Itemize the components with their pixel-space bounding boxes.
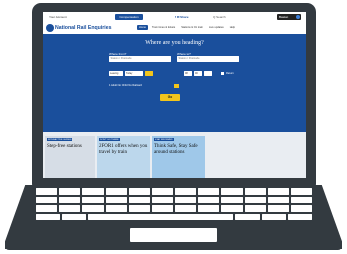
promo-cards: INTERACTIVE GUIDES Step-free stations DO… xyxy=(43,132,306,178)
go-button[interactable]: Go xyxy=(160,94,180,101)
laptop-screen: Your Account Compensation f ✉ Share Q Se… xyxy=(43,12,306,178)
key[interactable] xyxy=(59,188,81,195)
passengers-summary[interactable]: 1 Adult No Child No Railcard xyxy=(109,84,142,87)
key[interactable] xyxy=(59,205,81,212)
key[interactable] xyxy=(62,213,87,220)
key[interactable] xyxy=(36,196,58,203)
key[interactable] xyxy=(290,205,313,212)
key[interactable] xyxy=(82,188,104,195)
key[interactable] xyxy=(290,196,313,203)
key[interactable] xyxy=(175,196,197,203)
nav-item-home[interactable]: Home xyxy=(137,25,148,30)
key[interactable] xyxy=(105,188,127,195)
trackpad[interactable] xyxy=(130,228,217,242)
key[interactable] xyxy=(221,188,243,195)
promo-card-text: Think Safe, Stay Safe around stations xyxy=(154,144,198,155)
key-row xyxy=(36,213,313,220)
journey-planner: Where are you heading? Where from? Stati… xyxy=(43,34,306,132)
key[interactable] xyxy=(267,188,289,195)
key[interactable] xyxy=(36,188,58,195)
leaving-select[interactable]: Leaving xyxy=(109,71,123,76)
key[interactable] xyxy=(221,196,243,203)
key-row xyxy=(36,205,313,212)
nav-items: Home Train times & tickets Stations & On… xyxy=(137,25,237,30)
compensation-button[interactable]: Compensation xyxy=(115,13,143,20)
key[interactable] xyxy=(244,205,266,212)
key-row xyxy=(36,188,313,195)
passenger-edit-icon[interactable] xyxy=(174,84,179,88)
minute-select[interactable]: 00 xyxy=(194,71,202,76)
promo-card[interactable]: STAY INFORMED Think Safe, Stay Safe arou… xyxy=(152,136,205,178)
basket-button[interactable]: Basket xyxy=(277,13,301,20)
promo-card-tag: STAY INFORMED xyxy=(154,138,174,141)
key[interactable] xyxy=(128,205,150,212)
key[interactable] xyxy=(267,196,289,203)
key[interactable] xyxy=(244,196,266,203)
main-nav: National Rail Enquiries Home Train times… xyxy=(43,22,306,34)
key[interactable] xyxy=(198,196,220,203)
return-checkbox[interactable] xyxy=(221,72,224,75)
laptop-base-edge xyxy=(5,245,342,250)
nav-item-train-times[interactable]: Train times & tickets xyxy=(150,25,177,30)
key[interactable] xyxy=(151,205,174,212)
key[interactable] xyxy=(36,205,58,212)
key[interactable] xyxy=(175,188,197,195)
key[interactable] xyxy=(82,196,104,203)
key[interactable] xyxy=(175,205,197,212)
key-row xyxy=(36,196,313,203)
key[interactable] xyxy=(128,196,150,203)
key[interactable] xyxy=(36,213,61,220)
hour-select[interactable]: 08 xyxy=(184,71,192,76)
nav-item-stations[interactable]: Stations & On train xyxy=(179,25,205,30)
promo-card-text: 2FOR1 offers when you travel by train xyxy=(99,144,148,155)
keyboard xyxy=(36,188,313,222)
key[interactable] xyxy=(151,196,174,203)
laptop-illustration: Your Account Compensation f ✉ Share Q Se… xyxy=(0,0,347,254)
day-select[interactable]: Today xyxy=(125,71,143,76)
basket-label: Basket xyxy=(279,14,289,19)
promo-card[interactable]: DON'T GO THERE 2FOR1 offers when you tra… xyxy=(97,136,150,178)
planner-heading: Where are you heading? xyxy=(145,40,204,46)
search-link[interactable]: Q Search xyxy=(213,15,226,19)
social-share-links[interactable]: f ✉ Share xyxy=(175,15,189,19)
key[interactable] xyxy=(235,213,260,220)
key[interactable] xyxy=(105,196,127,203)
key[interactable] xyxy=(128,188,150,195)
key[interactable] xyxy=(221,205,243,212)
promo-card-tag: DON'T GO THERE xyxy=(99,138,120,141)
key[interactable] xyxy=(198,188,220,195)
key[interactable] xyxy=(198,205,220,212)
time-extra-select[interactable] xyxy=(204,71,212,76)
key[interactable] xyxy=(105,205,127,212)
key[interactable] xyxy=(151,188,174,195)
key[interactable] xyxy=(82,205,104,212)
spacebar-key[interactable] xyxy=(88,213,234,220)
to-station-input[interactable]: Station / Postcode xyxy=(177,56,239,62)
key[interactable] xyxy=(290,188,313,195)
calendar-icon[interactable] xyxy=(145,71,153,76)
promo-card-text: Step-free stations xyxy=(47,144,82,149)
key[interactable] xyxy=(59,196,81,203)
nav-item-help[interactable]: Help xyxy=(228,25,237,30)
key[interactable] xyxy=(287,213,313,220)
basket-count-icon xyxy=(295,14,300,19)
national-rail-logo-icon[interactable] xyxy=(46,23,54,32)
brand-logo-text[interactable]: National Rail Enquiries xyxy=(55,25,112,31)
key[interactable] xyxy=(267,205,289,212)
promo-card[interactable]: INTERACTIVE GUIDES Step-free stations xyxy=(45,136,95,178)
key[interactable] xyxy=(261,213,286,220)
from-station-input[interactable]: Station / Postcode xyxy=(109,56,171,62)
nav-item-live-updates[interactable]: Live updates xyxy=(207,25,226,30)
account-link[interactable]: Your Account xyxy=(49,15,67,19)
return-label: Return xyxy=(226,72,234,75)
key[interactable] xyxy=(244,188,266,195)
promo-card-tag: INTERACTIVE GUIDES xyxy=(47,138,73,141)
